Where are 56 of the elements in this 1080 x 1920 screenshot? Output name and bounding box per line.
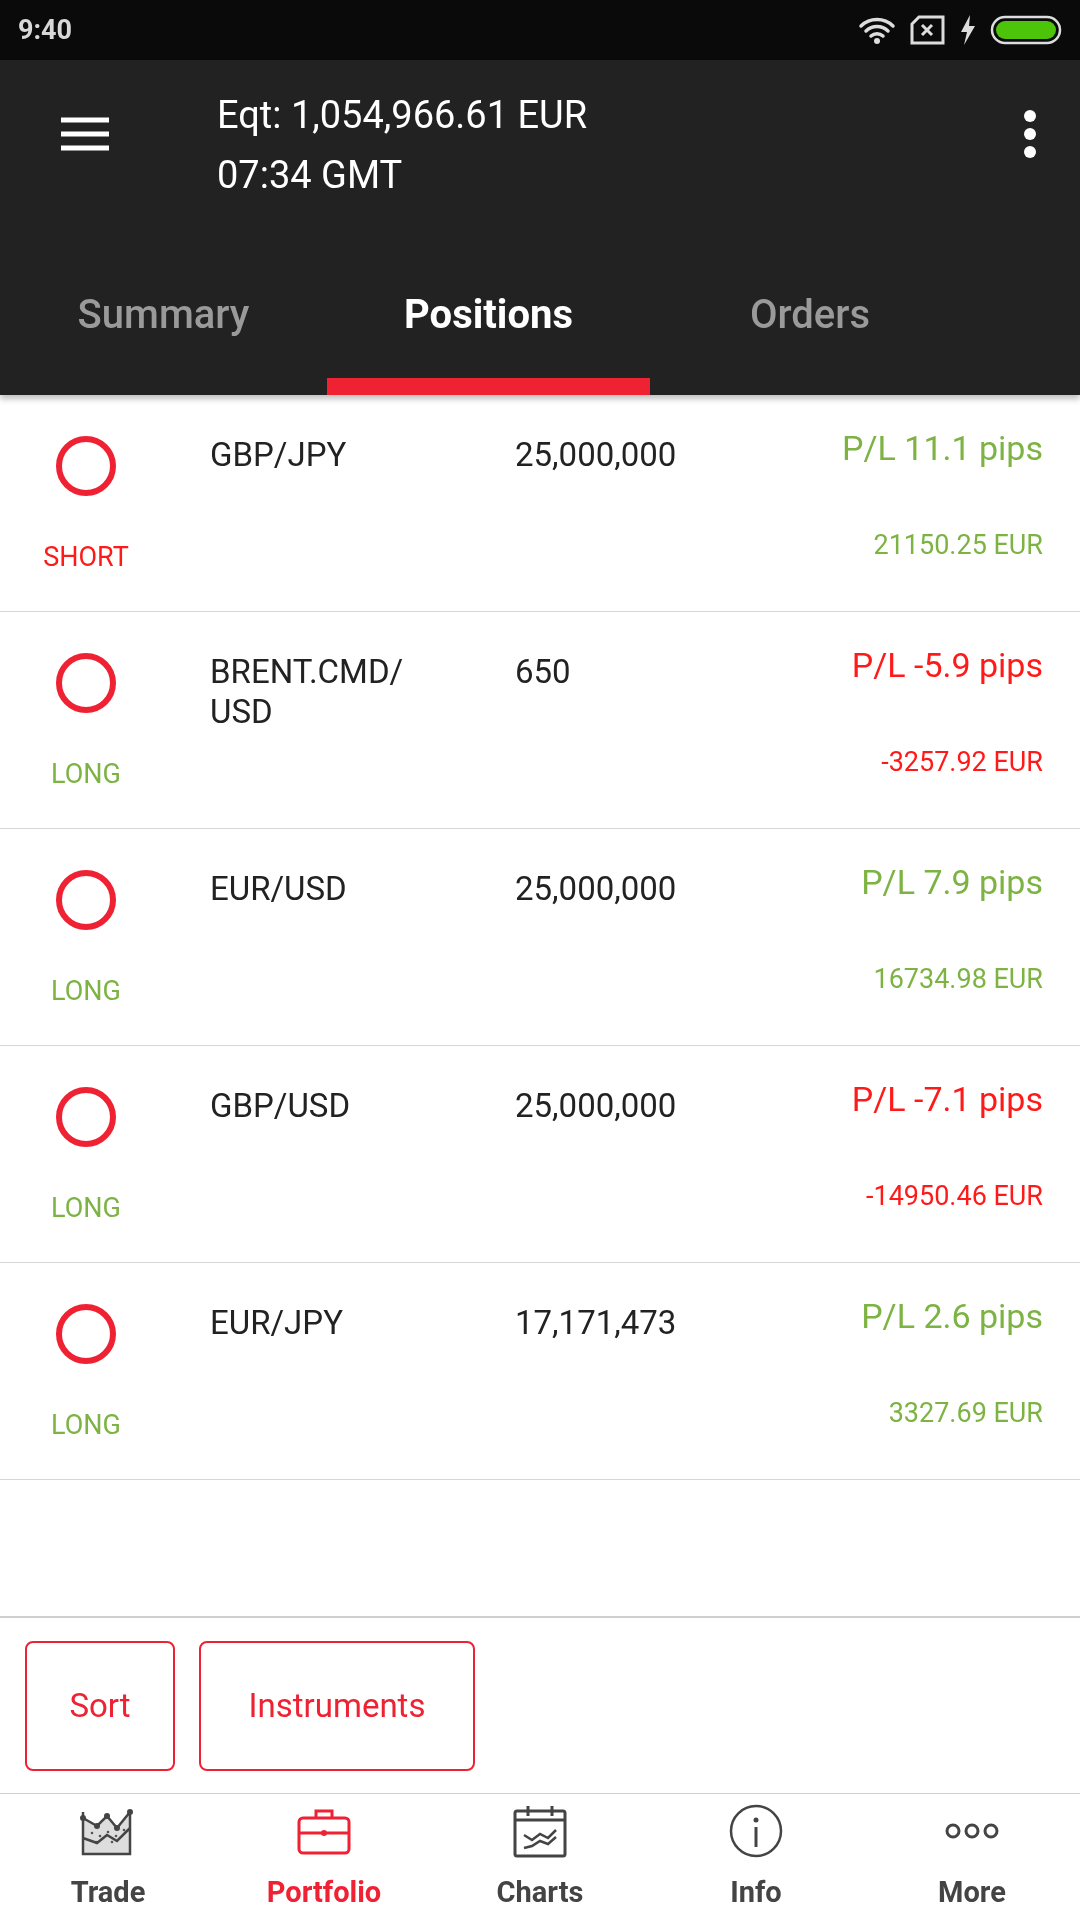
side-label: LONG [51, 1408, 121, 1443]
tab[interactable]: Summary [0, 255, 327, 395]
nav-tab[interactable]: Trade [0, 1794, 216, 1920]
status-time: 9:40 [18, 12, 73, 48]
instrument-name: GBP/JPY [210, 435, 348, 475]
nav-tab[interactable]: Portfolio [216, 1794, 432, 1920]
pl-value: 16734.98 EUR [873, 962, 1043, 997]
side-label: SHORT [43, 540, 129, 575]
amount-text: 650 [515, 652, 571, 692]
nav-tab[interactable]: Info [648, 1794, 864, 1920]
close-position-icon[interactable] [55, 869, 117, 931]
position-row[interactable]: SHORT GBP/JPY 25,000,000 P/L 11.1 pips 21150.25 EUR [0, 395, 1080, 612]
more-horizontal-icon [944, 1821, 1000, 1840]
pl-pips: P/L 7.9 pips [861, 861, 1043, 903]
side-label: LONG [51, 1191, 121, 1226]
pl-pips: P/L -7.1 pips [851, 1078, 1043, 1120]
nav-tab[interactable]: Charts [432, 1794, 648, 1920]
close-position-icon[interactable] [55, 1086, 117, 1148]
instrument-name: BRENT.CMD/ USD [210, 652, 405, 732]
amount-text: 17,171,473 [515, 1303, 677, 1343]
side-label: LONG [51, 757, 121, 792]
position-row[interactable]: LONG GBP/USD 25,000,000 P/L -7.1 pips -14950.46 EUR [0, 1046, 1080, 1263]
pl-value: 21150.25 EUR [873, 528, 1043, 563]
sort-button[interactable]: Sort [25, 1640, 175, 1771]
info-icon [728, 1802, 784, 1859]
menu-icon [61, 117, 109, 151]
instruments-button[interactable]: Instruments [199, 1640, 475, 1771]
pl-value: 3327.69 EUR [888, 1396, 1043, 1431]
amount-text: 25,000,000 [515, 869, 677, 909]
close-position-icon[interactable] [55, 652, 117, 714]
position-row[interactable]: LONG EUR/JPY 17,171,473 P/L 2.6 pips 3327.69 EUR [0, 1263, 1080, 1480]
pl-pips: P/L 11.1 pips [842, 427, 1043, 469]
server-time: 07:34 GMT [217, 152, 404, 198]
lightning-icon [960, 15, 976, 45]
sim-card-icon [910, 15, 946, 45]
position-row[interactable]: LONG BRENT.CMD/ USD 650 P/L -5.9 pips -3257.92 EUR [0, 612, 1080, 829]
position-row[interactable]: LONG EUR/USD 25,000,000 P/L 7.9 pips 16734.98 EUR [0, 829, 1080, 1046]
pl-value: -3257.92 EUR [881, 745, 1043, 780]
wifi-icon [858, 16, 896, 44]
pl-value: -14950.46 EUR [866, 1179, 1043, 1214]
amount-text: 25,000,000 [515, 1086, 677, 1126]
amount-text: 25,000,000 [515, 435, 677, 475]
more-vertical-icon [1023, 110, 1037, 158]
battery-icon [990, 15, 1062, 45]
equity-text: Eqt: 1,054,966.61 EUR [217, 92, 589, 138]
instrument-name: EUR/JPY [210, 1303, 344, 1343]
instrument-name: EUR/USD [210, 869, 348, 909]
instrument-name: GBP/USD [210, 1086, 352, 1126]
tab[interactable]: Positions [327, 255, 650, 395]
side-label: LONG [51, 974, 121, 1009]
close-position-icon[interactable] [55, 435, 117, 497]
pl-pips: P/L -5.9 pips [851, 644, 1043, 686]
tab[interactable]: Orders [650, 255, 970, 395]
nav-tab[interactable]: More [864, 1794, 1080, 1920]
close-position-icon[interactable] [55, 1303, 117, 1365]
pl-pips: P/L 2.6 pips [861, 1295, 1043, 1337]
